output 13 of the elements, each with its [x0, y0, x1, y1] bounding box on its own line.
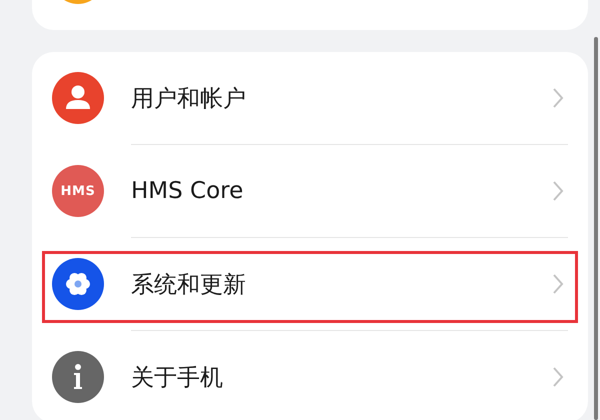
chevron-right-icon: [552, 87, 564, 109]
chevron-right-icon: [552, 366, 564, 388]
item-label: HMS Core: [131, 178, 244, 204]
settings-item[interactable]: 用户和帐户: [52, 52, 568, 144]
settings-item[interactable]: 关于手机: [52, 331, 568, 420]
item-label: 系统和更新: [131, 270, 247, 300]
chevron-right-icon: [552, 273, 564, 295]
item-label: 用户和帐户: [131, 84, 247, 114]
settings-item[interactable]: 系统和更新: [52, 238, 568, 330]
item-label: 关于手机: [131, 364, 224, 392]
hms-icon: HMS: [52, 165, 104, 217]
settings-item[interactable]: HMS HMS Core: [52, 145, 568, 237]
chevron-right-icon: [552, 180, 564, 202]
